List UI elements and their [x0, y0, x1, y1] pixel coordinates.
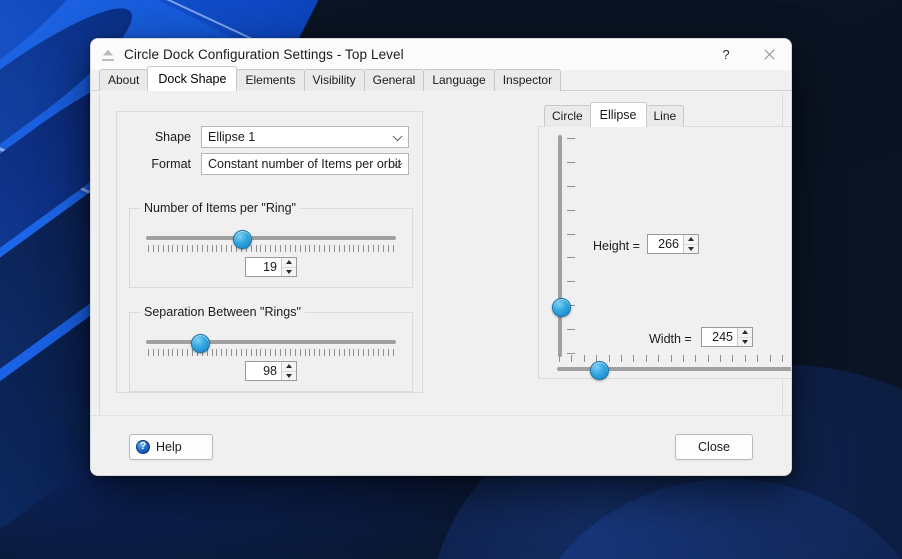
main-tabstrip: About Dock Shape Elements Visibility Gen…	[91, 65, 791, 91]
slider-thumb[interactable]	[589, 361, 609, 380]
slider-thumb[interactable]	[552, 297, 571, 317]
ellipse-subpage: Height = 266 Width = 245	[538, 126, 791, 380]
width-label: Width =	[649, 332, 692, 346]
subtab-circle[interactable]: Circle	[544, 105, 591, 127]
items-per-ring-slider[interactable]	[146, 229, 396, 253]
spinner-down-icon[interactable]	[282, 372, 296, 381]
format-label: Format	[151, 157, 191, 171]
spinner-down-icon[interactable]	[738, 338, 752, 347]
spinner-up-icon[interactable]	[684, 235, 698, 245]
window-caption-buttons: ?	[705, 39, 791, 70]
tab-elements[interactable]: Elements	[236, 69, 305, 91]
width-spinner[interactable]: 245	[701, 327, 753, 347]
spinner-down-icon[interactable]	[684, 245, 698, 254]
shape-settings-panel: Shape Ellipse 1 Format Constant number o…	[116, 111, 423, 393]
items-per-ring-title: Number of Items per "Ring"	[140, 201, 300, 215]
width-slider[interactable]	[557, 355, 791, 380]
window-footer: ? Help Close	[91, 415, 791, 475]
slider-track	[146, 236, 396, 240]
format-select-value: Constant number of Items per orbit	[208, 157, 402, 171]
spinner-arrows[interactable]	[683, 235, 698, 253]
close-button[interactable]: Close	[675, 434, 753, 460]
height-slider[interactable]	[551, 135, 577, 357]
spinner-up-icon[interactable]	[282, 258, 296, 268]
slider-ticks	[148, 245, 394, 252]
spinner-up-icon[interactable]	[282, 362, 296, 372]
help-button[interactable]: ? Help	[129, 434, 213, 460]
separation-value: 98	[263, 364, 277, 378]
window-title: Circle Dock Configuration Settings - Top…	[124, 47, 404, 62]
slider-thumb[interactable]	[190, 334, 210, 353]
items-per-ring-value: 19	[263, 260, 277, 274]
spinner-up-icon[interactable]	[738, 328, 752, 338]
close-icon[interactable]	[747, 39, 791, 70]
slider-thumb[interactable]	[233, 230, 252, 249]
tab-language[interactable]: Language	[423, 69, 495, 91]
tab-dock-shape[interactable]: Dock Shape	[147, 65, 238, 91]
spinner-arrows[interactable]	[281, 258, 296, 276]
separation-slider[interactable]	[146, 333, 396, 357]
shape-geometry-panel: Circle Ellipse Line Height = 266 Width =…	[538, 101, 791, 380]
height-spinner[interactable]: 266	[647, 234, 699, 254]
tab-content-dock-shape: Shape Ellipse 1 Format Constant number o…	[91, 91, 791, 475]
config-window: Circle Dock Configuration Settings - Top…	[90, 38, 792, 476]
slider-ticks	[567, 138, 575, 354]
format-select[interactable]: Constant number of Items per orbit	[201, 153, 409, 175]
geometry-subtabstrip: Circle Ellipse Line	[538, 101, 791, 127]
separation-between-rings-title: Separation Between "Rings"	[140, 305, 305, 319]
tab-general[interactable]: General	[363, 69, 425, 91]
subtab-ellipse[interactable]: Ellipse	[589, 101, 647, 127]
items-per-ring-group: Number of Items per "Ring" 19	[129, 201, 413, 288]
slider-ticks	[148, 349, 394, 356]
window-app-icon	[100, 47, 116, 63]
titlebar-help-icon[interactable]: ?	[705, 39, 747, 70]
help-icon: ?	[136, 440, 150, 454]
width-value: 245	[712, 330, 733, 344]
chevron-down-icon	[392, 131, 403, 142]
items-per-ring-spinner[interactable]: 19	[245, 257, 297, 277]
subtab-line[interactable]: Line	[645, 105, 685, 127]
tab-visibility[interactable]: Visibility	[303, 69, 365, 91]
tab-about[interactable]: About	[99, 69, 149, 91]
separation-spinner[interactable]: 98	[245, 361, 297, 381]
slider-ticks	[559, 355, 791, 362]
spinner-arrows[interactable]	[737, 328, 752, 346]
separation-between-rings-group: Separation Between "Rings" 98	[129, 305, 413, 392]
slider-track	[558, 135, 562, 357]
slider-track	[146, 340, 396, 344]
shape-select[interactable]: Ellipse 1	[201, 126, 409, 148]
height-label: Height =	[593, 239, 640, 253]
shape-select-value: Ellipse 1	[208, 130, 256, 144]
shape-label: Shape	[154, 130, 191, 144]
spinner-arrows[interactable]	[281, 362, 296, 380]
tab-inspector[interactable]: Inspector	[493, 69, 562, 91]
height-value: 266	[658, 237, 679, 251]
spinner-down-icon[interactable]	[282, 268, 296, 277]
help-button-label: Help	[156, 440, 182, 454]
dock-shape-page: Shape Ellipse 1 Format Constant number o…	[99, 93, 791, 454]
close-button-label: Close	[698, 440, 730, 454]
